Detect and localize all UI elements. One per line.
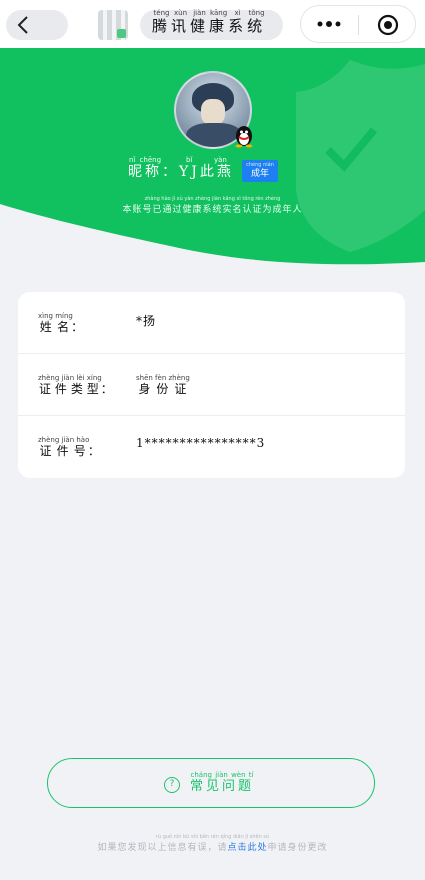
info-row-id-type: 证件类型zhèng jiàn lèi xíng： 身份证shēn fèn zhè… <box>18 354 405 416</box>
footer-note: rú guǒ nín bù shì běn rén qǐng diǎn jī s… <box>97 834 328 853</box>
faq-button[interactable]: ? 常见问题cháng jiàn wèn tí <box>47 758 375 808</box>
info-row-name: 姓名xìng míng： *扬 <box>18 292 405 354</box>
title-char: 统tǒng <box>247 9 267 35</box>
identity-info-card: 姓名xìng míng： *扬 证件类型zhèng jiàn lèi xíng：… <box>18 292 405 478</box>
info-value: *扬 <box>136 314 157 328</box>
info-label: 姓名xìng míng： <box>38 312 86 334</box>
info-row-id-number: 证件号zhèng jiàn hào： 1****************3 <box>18 416 405 478</box>
target-icon[interactable] <box>377 14 399 36</box>
title-char: 健jiàn <box>190 9 210 35</box>
title-char: 腾téng <box>152 9 172 35</box>
title-char: 讯xùn <box>171 9 191 35</box>
capsule-divider <box>358 15 359 35</box>
page-title: 腾téng讯xùn健jiàn康kāng系xì统tǒng <box>152 9 266 36</box>
faq-label: 常见问题cháng jiàn wèn tí <box>190 771 255 794</box>
question-circle-icon: ? <box>164 777 180 793</box>
footer-link[interactable]: 点击此处 <box>227 843 267 853</box>
nickname: 昵称nǐ chēng：YJ此燕bǐ yàn <box>128 156 234 180</box>
mini-program-capsule <box>300 5 416 43</box>
info-label: 证件类型zhèng jiàn lèi xíng： <box>38 374 115 396</box>
qq-penguin-icon <box>235 126 253 148</box>
back-button[interactable] <box>6 10 68 40</box>
verification-description: zhàng hào jì xù yàn zhèng jiàn kāng xì t… <box>122 196 303 215</box>
title-char: 系xì <box>228 9 248 35</box>
more-dots-icon[interactable] <box>317 20 341 28</box>
info-value: 身份证shēn fèn zhèng <box>136 374 190 396</box>
title-char: 康kāng <box>209 9 229 35</box>
info-label: 证件号zhèng jiàn hào： <box>38 436 102 458</box>
shield-watermark-icon <box>296 60 425 252</box>
back-arrow-icon <box>17 16 28 34</box>
app-logo <box>98 10 128 40</box>
info-value: 1****************3 <box>136 436 266 450</box>
adult-status-badge: chéng nián 成年 <box>242 160 278 182</box>
top-navigation-bar: 腾téng讯xùn健jiàn康kāng系xì统tǒng <box>0 0 425 48</box>
